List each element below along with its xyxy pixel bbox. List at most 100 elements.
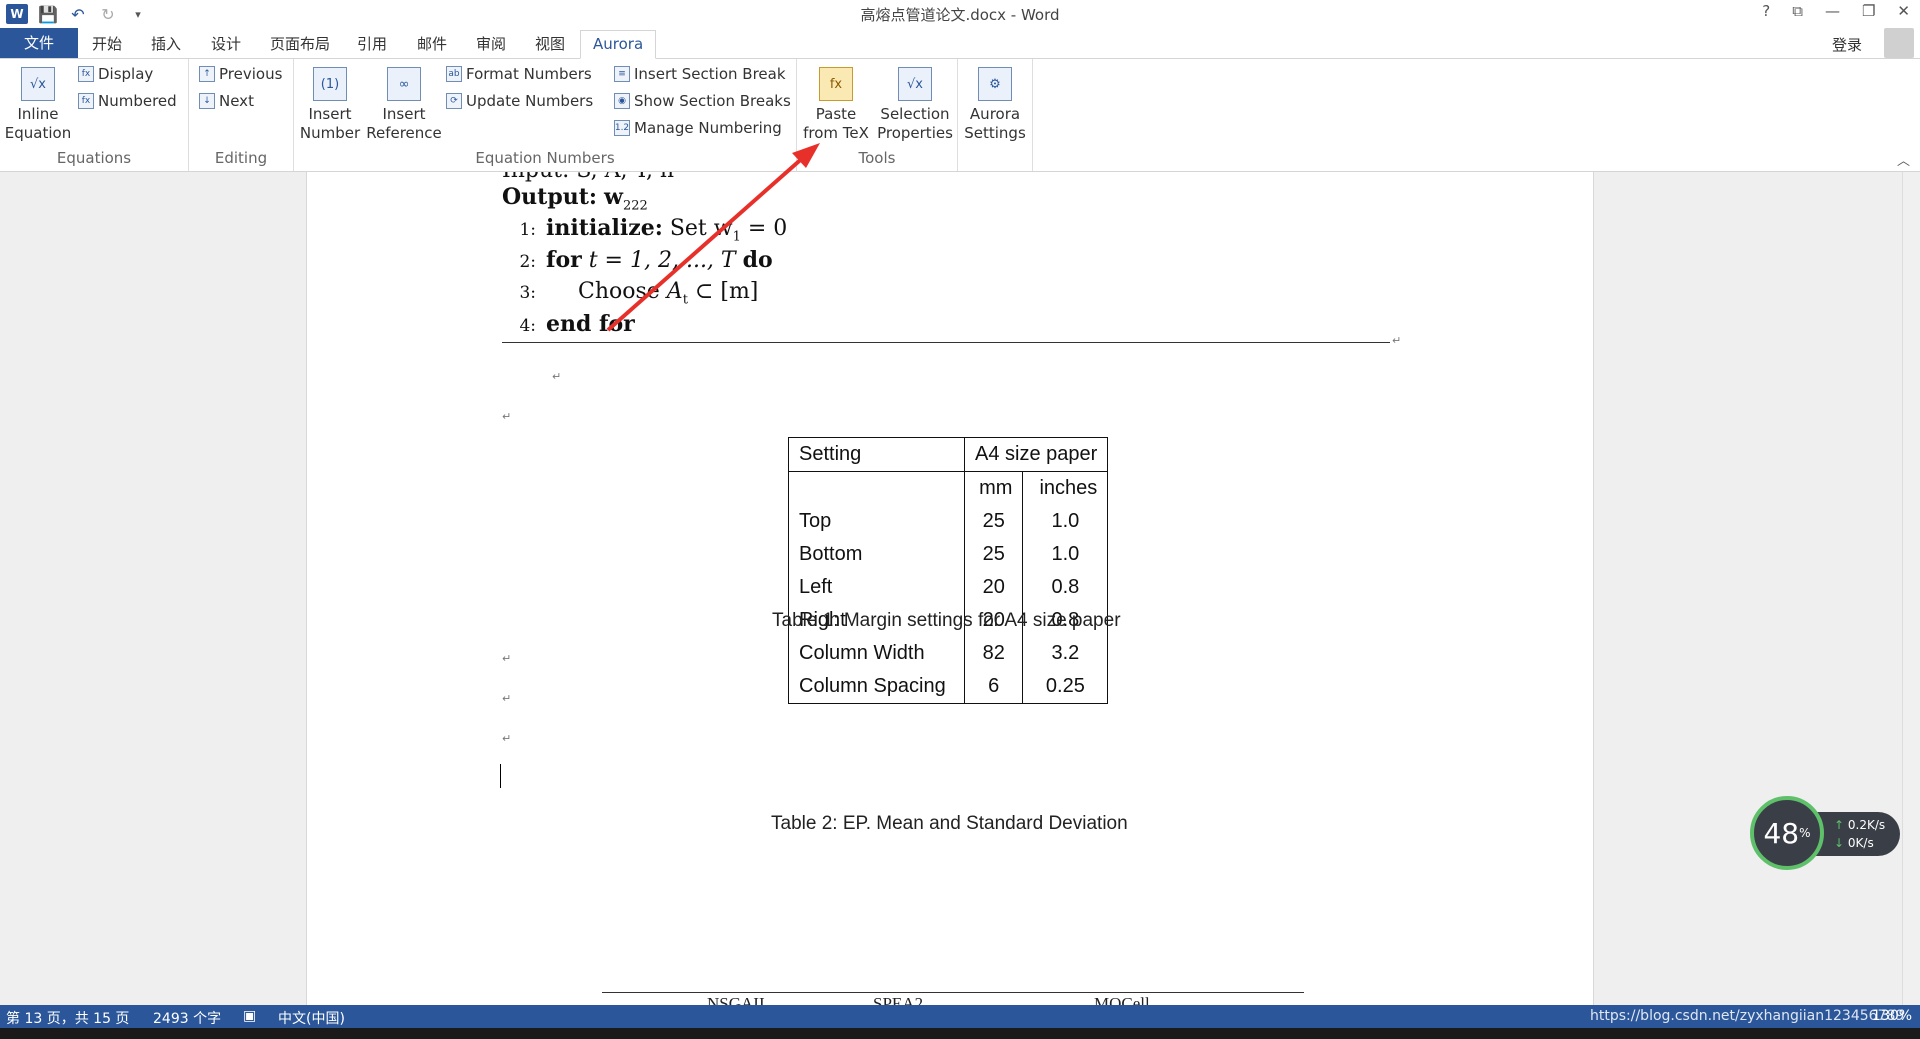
line-tail: ⊂ [m] — [687, 279, 759, 304]
numbered-button[interactable]: fx Numbered — [78, 92, 177, 110]
display-button[interactable]: fx Display — [78, 65, 153, 83]
numbered-equation-icon: fx — [78, 93, 94, 109]
ribbon-display-options-button[interactable]: ⧉ — [1792, 2, 1803, 20]
paste-from-tex-button[interactable]: fx Paste from TeX — [801, 67, 871, 143]
line-text: Set w — [669, 216, 733, 241]
table-cell: inches — [1022, 471, 1109, 505]
tab-aurora[interactable]: Aurora — [580, 30, 657, 59]
table-cell: 25 — [964, 538, 1024, 571]
table-cell: 82 — [964, 637, 1024, 670]
algorithm-line-4: 4: end for — [512, 311, 635, 337]
insert-reference-label-2: Reference — [366, 124, 442, 142]
proofing-icon[interactable]: ▣ — [243, 1008, 256, 1024]
zoom-level[interactable]: 130% — [1872, 1008, 1912, 1024]
next-button[interactable]: ↓ Next — [199, 92, 254, 110]
tab-review[interactable]: 审阅 — [472, 31, 510, 57]
tab-mailings[interactable]: 邮件 — [413, 31, 451, 57]
insert-reference-button[interactable]: ∞ Insert Reference — [366, 67, 442, 143]
margin-settings-table[interactable]: Setting A4 size paper mm inches Top 25 1… — [788, 437, 1109, 704]
next-label: Next — [219, 92, 254, 110]
insert-section-break-button[interactable]: ≡ Insert Section Break — [614, 65, 786, 83]
table-cell: 20 — [964, 571, 1024, 604]
tools-group-label: Tools — [858, 149, 896, 167]
text-cursor — [500, 764, 501, 788]
table-cell: 1.0 — [1022, 538, 1109, 571]
avatar[interactable] — [1884, 28, 1914, 58]
insert-number-icon: (1) — [313, 67, 347, 101]
manage-numbering-button[interactable]: 1.2 Manage Numbering — [614, 119, 782, 137]
selection-properties-label-1: Selection — [880, 105, 950, 123]
format-numbers-button[interactable]: ab Format Numbers — [446, 65, 592, 83]
help-button[interactable]: ? — [1762, 2, 1770, 20]
login-link[interactable]: 登录 — [1832, 34, 1862, 55]
table-cell: Column Spacing — [788, 670, 965, 704]
selection-properties-button[interactable]: √x Selection Properties — [875, 67, 955, 143]
algorithm-line-1: 1: initialize: Set w1 = 0 — [512, 215, 787, 244]
update-numbers-button[interactable]: ⟳ Update Numbers — [446, 92, 593, 110]
word-count[interactable]: 2493 个字 — [153, 1008, 221, 1028]
editing-group-label: Editing — [214, 149, 268, 167]
table-header-cell: A4 size paper — [963, 437, 1109, 472]
title-bar: W 💾 ↶ ↻ ▾ 高熔点管道论文.docx - Word ? ⧉ — ❐ ✕ — [0, 0, 1920, 28]
manage-numbering-icon: 1.2 — [614, 120, 630, 136]
cpu-usage-gauge: 48% — [1750, 796, 1824, 870]
show-section-breaks-button[interactable]: ◉ Show Section Breaks — [614, 92, 791, 110]
table-2-col-header: SPEA2 — [873, 994, 924, 1005]
minimize-button[interactable]: — — [1825, 2, 1840, 20]
table-row: Column Width 82 3.2 — [788, 637, 1109, 670]
document-page[interactable]: Input: S, A, T, h Output: w222 1: initial… — [306, 172, 1594, 1005]
download-arrow-icon: ↓ — [1834, 836, 1845, 850]
table-cell: Bottom — [788, 538, 965, 571]
tab-references[interactable]: 引用 — [353, 31, 391, 57]
update-numbers-icon: ⟳ — [446, 93, 462, 109]
selection-properties-icon: √x — [898, 67, 932, 101]
equation-numbers-group-label: Equation Numbers — [475, 149, 615, 167]
network-speed-widget[interactable]: ↑ 0.2K/s ↓ 0K/s 48% — [1750, 796, 1900, 870]
previous-icon: ↑ — [199, 66, 215, 82]
language-indicator[interactable]: 中文(中国) — [278, 1008, 345, 1028]
group-aurora-settings: ⚙ Aurora Settings — [958, 59, 1033, 171]
insert-number-button[interactable]: (1) Insert Number — [298, 67, 362, 143]
tab-design[interactable]: 设计 — [207, 31, 245, 57]
inline-equation-button[interactable]: √x Inline Equation — [4, 67, 72, 143]
tab-insert[interactable]: 插入 — [147, 31, 185, 57]
output-subscript: 222 — [622, 198, 648, 214]
cpu-percent: 48 — [1763, 816, 1800, 850]
line-tail: do — [742, 247, 773, 273]
group-equation-numbers: (1) Insert Number ∞ Insert Reference ab … — [294, 59, 797, 171]
algorithm-input-line: Input: S, A, T, h — [502, 172, 674, 183]
table-1-caption: Table 1: Margin settings for A4 size pap… — [772, 610, 1121, 631]
close-button[interactable]: ✕ — [1897, 2, 1910, 20]
cpu-percent-unit: % — [1799, 826, 1811, 840]
tab-layout[interactable]: 页面布局 — [266, 31, 334, 57]
vertical-scrollbar[interactable] — [1902, 172, 1920, 1005]
table-row: Top 25 1.0 — [788, 505, 1109, 538]
group-equations: √x Inline Equation fx Display fx Numbere… — [0, 59, 189, 171]
line-keyword: end for — [546, 311, 635, 337]
tab-view[interactable]: 视图 — [531, 31, 569, 57]
paste-label-2: from TeX — [803, 124, 869, 142]
line-keyword: Choose — [578, 279, 660, 304]
section-break-icon: ≡ — [614, 66, 630, 82]
table-2-col-header: MOCell — [1094, 994, 1150, 1005]
aurora-settings-button[interactable]: ⚙ Aurora Settings — [960, 67, 1030, 143]
next-icon: ↓ — [199, 93, 215, 109]
table-row: Setting A4 size paper — [788, 437, 1109, 472]
previous-button[interactable]: ↑ Previous — [199, 65, 282, 83]
table-row: Bottom 25 1.0 — [788, 538, 1109, 571]
table-row: Left 20 0.8 — [788, 571, 1109, 604]
insert-section-break-label: Insert Section Break — [634, 65, 786, 83]
format-numbers-label: Format Numbers — [466, 65, 592, 83]
page-indicator[interactable]: 第 13 页，共 15 页 — [6, 1008, 129, 1028]
inline-equation-label-2: Equation — [4, 124, 72, 142]
tab-home[interactable]: 开始 — [88, 31, 126, 57]
paragraph-mark: ↵ — [502, 410, 512, 423]
line-tail: = 0 — [740, 216, 788, 241]
tab-file[interactable]: 文件 — [0, 28, 78, 58]
algorithm-line-3: 3: Choose At ⊂ [m] — [512, 279, 758, 307]
paragraph-mark: ↵ — [502, 732, 512, 745]
table-cell: 0.8 — [1022, 571, 1109, 604]
table-cell: 6 — [964, 670, 1024, 704]
collapse-ribbon-icon[interactable]: ︿ — [1897, 150, 1910, 169]
maximize-button[interactable]: ❐ — [1862, 2, 1875, 20]
